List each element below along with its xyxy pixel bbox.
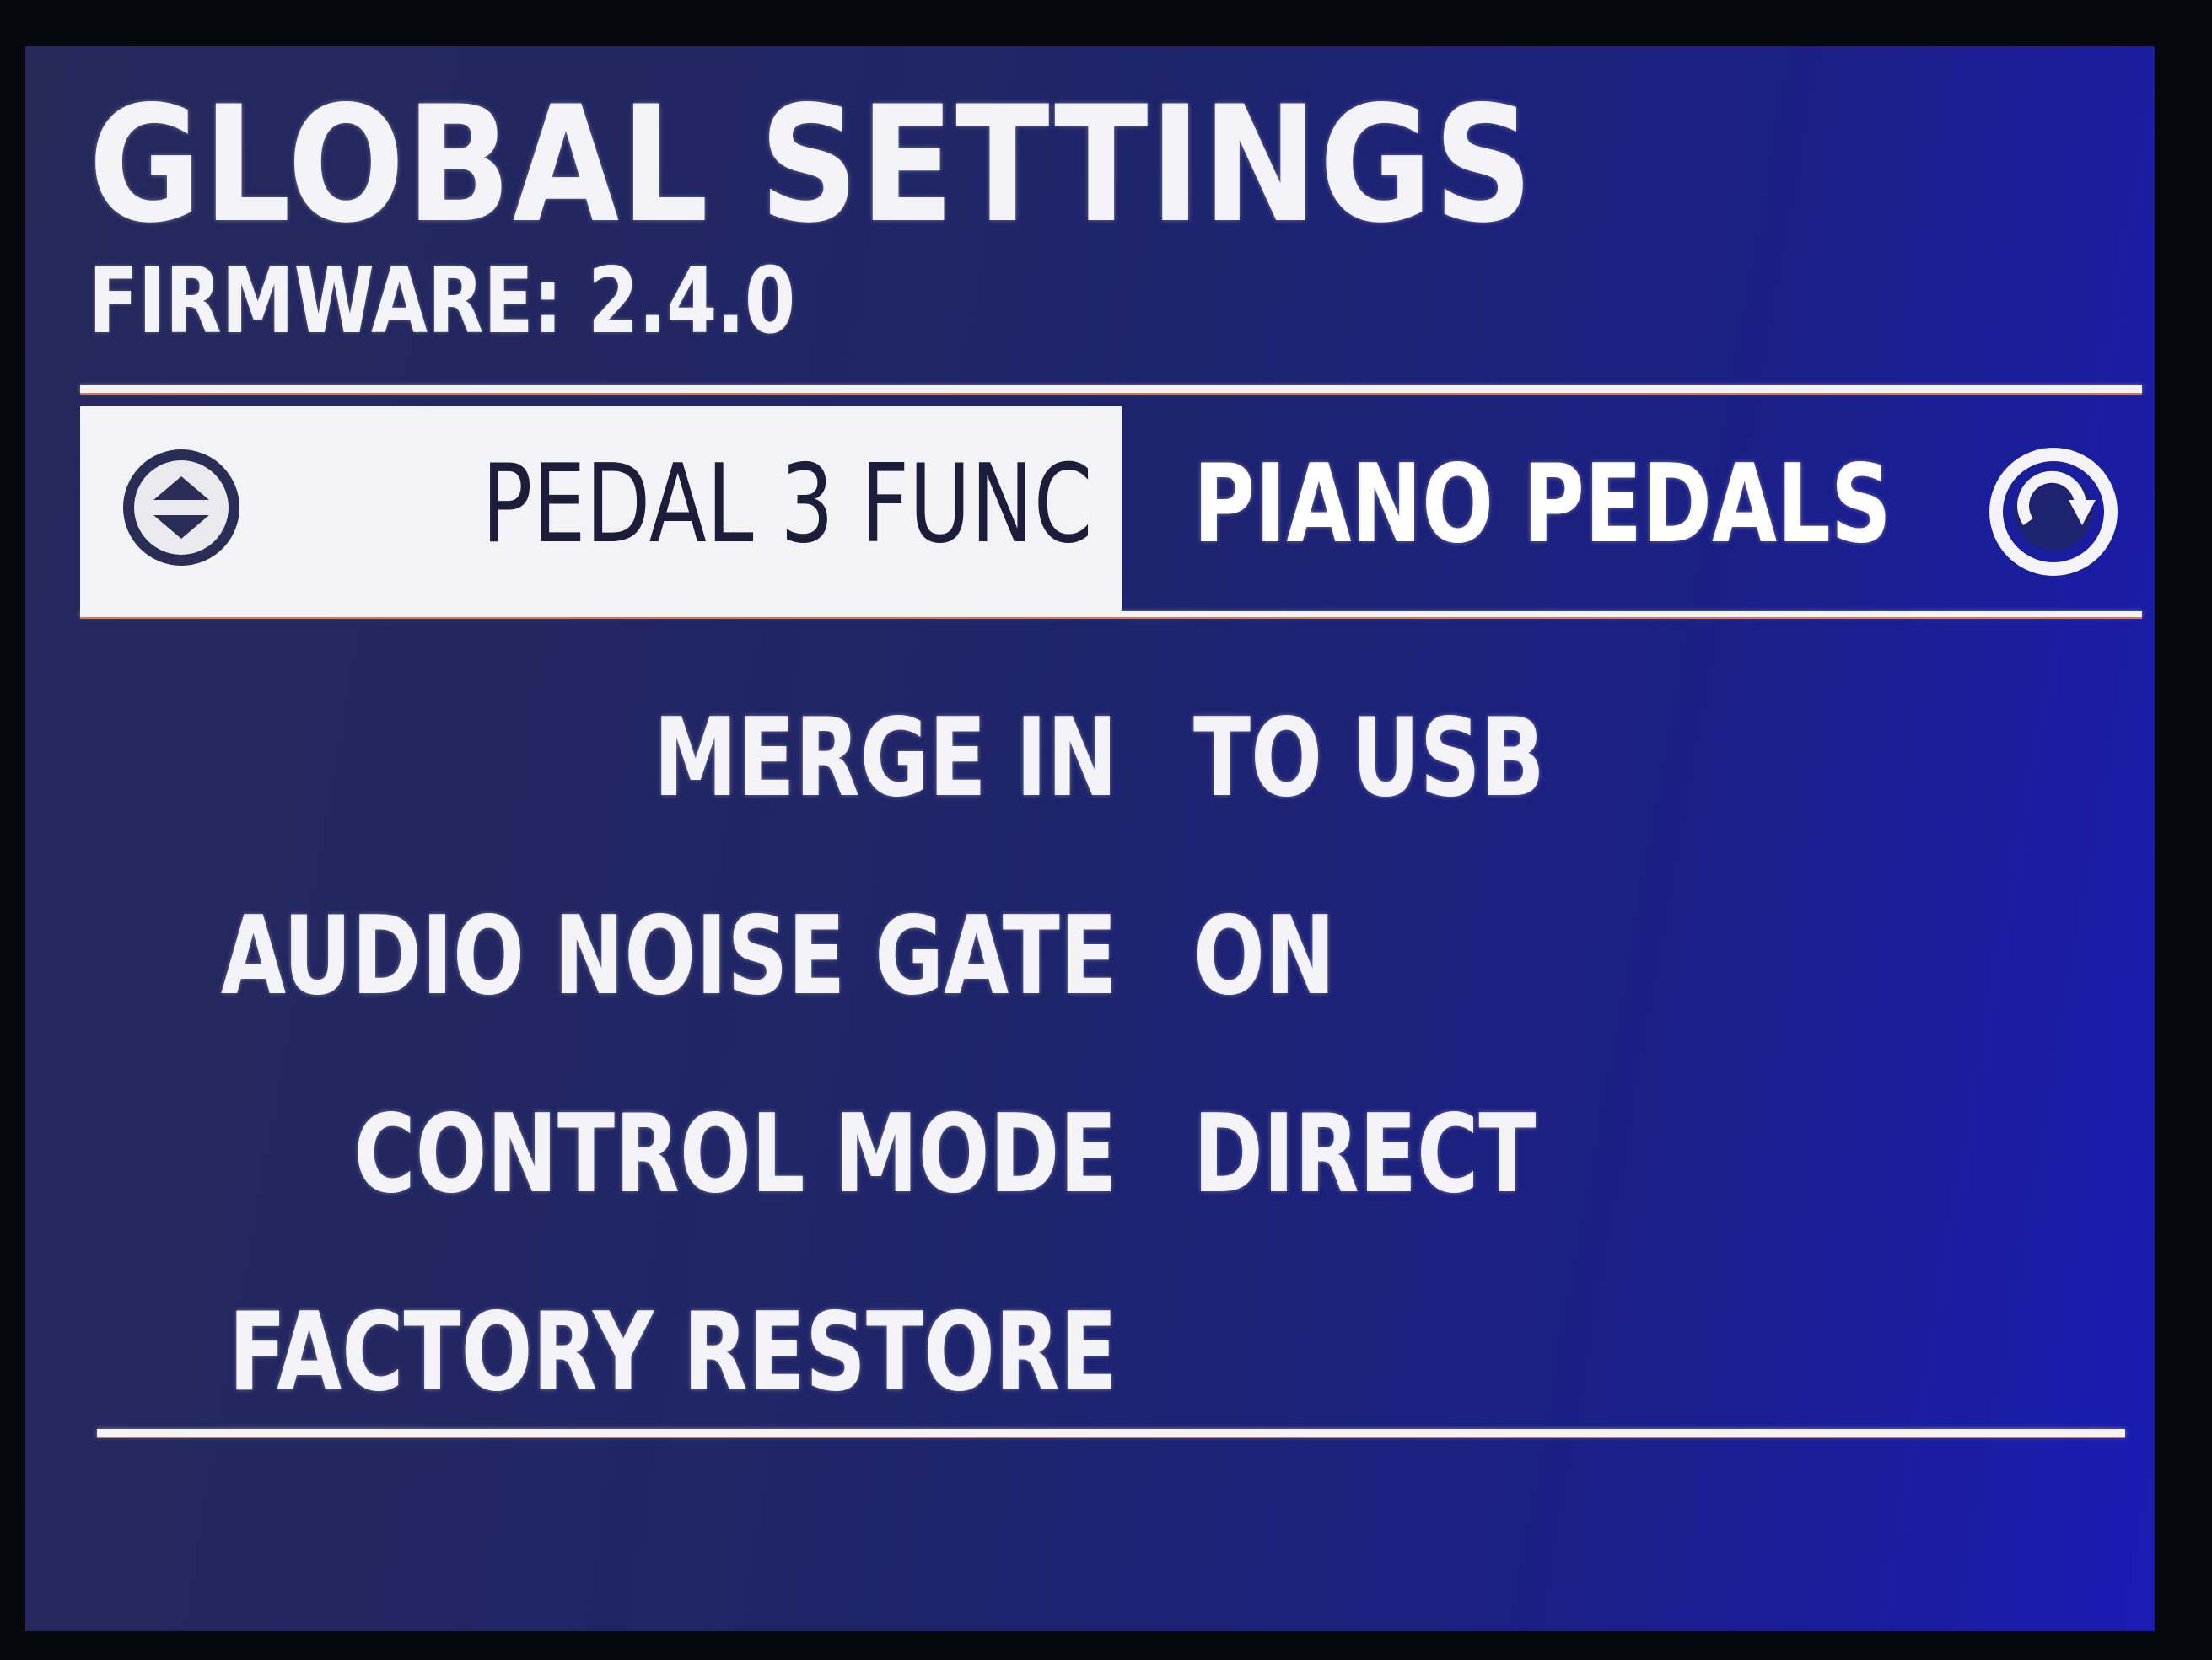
setting-label-container: CONTROL MODE — [80, 1092, 1117, 1227]
rotate-knob-icon[interactable] — [1986, 444, 2121, 579]
setting-row-pedal-3-func[interactable]: PEDAL 3 FUNC PIANO PEDALS — [80, 406, 2142, 613]
setting-row-factory-restore[interactable]: FACTORY RESTORE — [80, 1290, 2142, 1442]
setting-label-container: PEDAL 3 FUNC — [80, 442, 1092, 577]
setting-value: TO USB — [1193, 696, 1545, 821]
setting-label: MERGE IN — [653, 696, 1117, 821]
setting-value[interactable]: PIANO PEDALS — [1193, 442, 1892, 567]
firmware-version: FIRMWARE: 2.4.0 — [89, 249, 796, 354]
setting-label: AUDIO NOISE GATE — [220, 894, 1117, 1019]
footer-divider — [97, 1429, 2125, 1437]
setting-label: PEDAL 3 FUNC — [481, 442, 1092, 567]
setting-label-container: MERGE IN — [80, 696, 1117, 830]
setting-label-container: AUDIO NOISE GATE — [80, 894, 1117, 1029]
setting-row-audio-noise-gate[interactable]: AUDIO NOISE GATE ON — [80, 894, 2142, 1045]
setting-label: CONTROL MODE — [353, 1092, 1117, 1217]
setting-value: DIRECT — [1193, 1092, 1537, 1217]
setting-label-container: FACTORY RESTORE — [80, 1290, 1117, 1425]
setting-row-merge-in[interactable]: MERGE IN TO USB — [80, 696, 2142, 847]
setting-value: ON — [1193, 894, 1336, 1019]
setting-row-control-mode[interactable]: CONTROL MODE DIRECT — [80, 1092, 2142, 1244]
settings-screen: GLOBAL SETTINGS FIRMWARE: 2.4.0 PEDAL 3 … — [25, 46, 2155, 1631]
page-title: GLOBAL SETTINGS — [89, 72, 1535, 258]
header-divider — [80, 385, 2142, 393]
selected-row-divider — [80, 611, 2142, 617]
setting-label: FACTORY RESTORE — [229, 1290, 1117, 1416]
